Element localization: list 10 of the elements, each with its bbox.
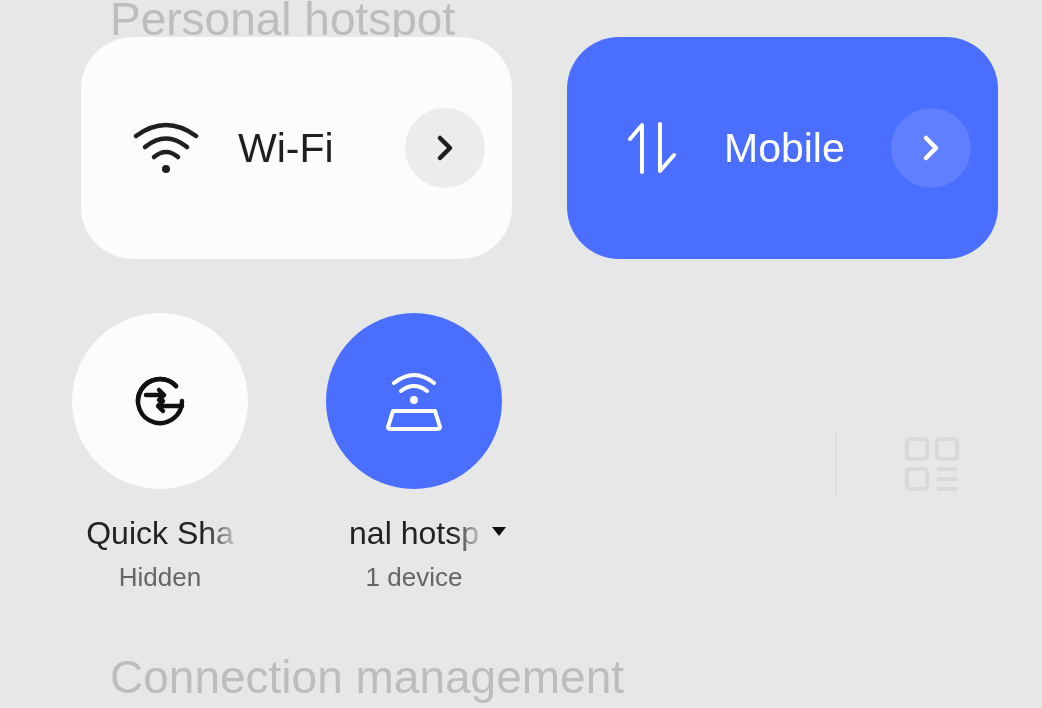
dropdown-arrow-icon[interactable] [492,527,506,537]
tile-label: Mobile [724,124,845,172]
wifi-icon [133,122,199,174]
wifi-tile[interactable]: Wi-Fi [81,37,512,259]
toggle-status: 1 device [364,562,464,593]
toggle-label: Quick Sha [86,515,234,552]
toggle-label: nal hotsp [349,515,479,552]
data-tile[interactable]: Mobile [567,37,998,259]
tile-label: Wi-Fi [238,124,334,172]
toggle-status: Hidden [117,562,203,593]
